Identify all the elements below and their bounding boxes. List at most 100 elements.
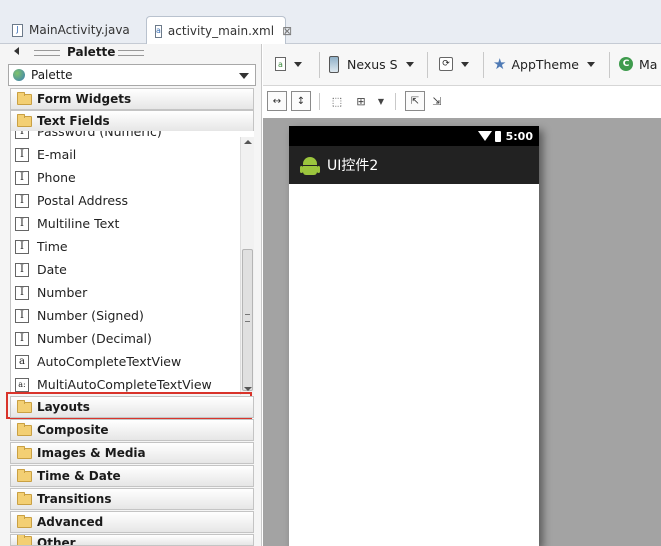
text-field-icon: I xyxy=(15,239,29,254)
scroll-down-icon[interactable] xyxy=(244,387,252,391)
scroll-thumb[interactable] xyxy=(242,249,253,391)
text-field-icon: I xyxy=(15,170,29,185)
scroll-up-icon[interactable] xyxy=(244,140,252,144)
text-field-icon: I xyxy=(15,216,29,231)
folder-icon xyxy=(17,422,32,436)
category-text-fields[interactable]: Text Fields xyxy=(10,110,254,132)
layout-editor: a Nexus S ⟳ ★ AppTheme C Ma ↔ ↕ ⬚ ⊞ ▼ ⇱ … xyxy=(263,44,661,546)
palette-select-value: Palette xyxy=(31,68,73,82)
chevron-down-icon xyxy=(587,61,595,67)
close-icon[interactable]: ⊠ xyxy=(282,24,292,38)
folder-icon xyxy=(17,445,32,459)
layout-action-icon[interactable]: ⇲ xyxy=(429,93,445,109)
app-title: UI控件2 xyxy=(327,158,379,174)
category-label: Images & Media xyxy=(37,446,146,460)
category-layouts[interactable]: Layouts xyxy=(10,396,254,418)
separator xyxy=(427,52,428,78)
tab-label: MainActivity.java xyxy=(29,23,130,37)
list-item[interactable]: I Number (Decimal) xyxy=(11,327,241,350)
category-label: Time & Date xyxy=(37,469,121,483)
palette-mode-select[interactable]: Palette xyxy=(8,64,256,86)
xml-file-icon: a xyxy=(155,24,162,38)
tab-main-activity[interactable]: J MainActivity.java xyxy=(4,16,144,44)
category-advanced[interactable]: Advanced xyxy=(10,511,254,533)
list-item[interactable]: I Password (Numeric) xyxy=(11,131,241,143)
list-item[interactable]: I Phone xyxy=(11,166,241,189)
theme-dropdown[interactable]: ★ AppTheme xyxy=(493,53,595,75)
text-field-icon: I xyxy=(15,193,29,208)
device-dropdown[interactable]: Nexus S xyxy=(329,53,414,75)
activity-name: Ma xyxy=(639,56,658,72)
category-label: Advanced xyxy=(37,515,104,529)
grip-icon xyxy=(118,50,144,56)
list-item[interactable]: a: MultiAutoCompleteTextView xyxy=(11,373,241,393)
item-label: Password (Numeric) xyxy=(37,131,162,139)
category-label: Text Fields xyxy=(37,114,110,128)
separator xyxy=(609,52,610,78)
item-label: Phone xyxy=(37,170,76,185)
device-name: Nexus S xyxy=(347,56,398,72)
palette-panel: Palette Palette Form Widgets Text Fields… xyxy=(0,44,262,546)
text-field-icon: I xyxy=(15,131,29,139)
action-bar: UI控件2 xyxy=(289,146,539,184)
chevron-down-icon xyxy=(405,61,414,67)
text-fields-list: I Password (Numeric) I E-mail I Phone I Post… xyxy=(10,131,254,393)
status-time: 5:00 xyxy=(505,129,533,143)
list-item-autocomplete[interactable]: a AutoCompleteTextView xyxy=(11,350,241,373)
layout-action-button[interactable]: ⇱ xyxy=(405,91,425,111)
tab-activity-main-xml[interactable]: a activity_main.xml ⊠ xyxy=(146,16,292,45)
configuration-toolbar: a Nexus S ⟳ ★ AppTheme C Ma xyxy=(263,44,661,86)
folder-open-icon xyxy=(17,113,32,127)
design-canvas[interactable]: 5:00 UI控件2 xyxy=(263,118,661,546)
palette-scrollbar[interactable] xyxy=(240,137,254,395)
item-label: Postal Address xyxy=(37,193,129,208)
multi-autocomplete-icon: a: xyxy=(15,377,29,392)
chevron-down-icon xyxy=(294,61,302,67)
item-label: E-mail xyxy=(37,147,77,162)
chevron-down-icon[interactable]: ▼ xyxy=(373,93,389,109)
category-form-widgets[interactable]: Form Widgets xyxy=(10,88,254,110)
toggle-fill-height-button[interactable]: ↕ xyxy=(291,91,311,111)
category-images-media[interactable]: Images & Media xyxy=(10,442,254,464)
folder-icon xyxy=(17,399,32,413)
layout-file-icon: a xyxy=(275,57,286,71)
category-transitions[interactable]: Transitions xyxy=(10,488,254,510)
status-bar: 5:00 xyxy=(289,126,539,146)
text-field-icon: I xyxy=(15,285,29,300)
list-item[interactable]: I E-mail xyxy=(11,143,241,166)
list-item[interactable]: I Postal Address xyxy=(11,189,241,212)
text-field-icon: I xyxy=(15,262,29,277)
list-item[interactable]: I Time xyxy=(11,235,241,258)
java-file-icon: J xyxy=(12,23,23,37)
list-item[interactable]: I Multiline Text xyxy=(11,212,241,235)
star-icon: ★ xyxy=(493,55,507,73)
item-label: Date xyxy=(37,262,67,277)
orientation-dropdown[interactable]: ⟳ xyxy=(439,53,469,75)
category-label: Layouts xyxy=(37,400,90,414)
activity-dropdown[interactable]: C Ma xyxy=(619,53,657,75)
zoom-fit-icon[interactable]: ⊞ xyxy=(353,93,369,109)
palette-title: Palette xyxy=(67,45,116,59)
category-label: Transitions xyxy=(37,492,112,506)
list-item[interactable]: I Date xyxy=(11,258,241,281)
device-preview: 5:00 UI控件2 xyxy=(289,126,539,546)
text-field-icon: I xyxy=(15,331,29,346)
tab-label: activity_main.xml xyxy=(167,24,275,38)
config-file-dropdown[interactable]: a xyxy=(275,53,302,75)
list-item[interactable]: I Number xyxy=(11,281,241,304)
layout-actions-toolbar: ↔ ↕ ⬚ ⊞ ▼ ⇱ ⇲ xyxy=(263,87,661,115)
toggle-fill-width-button[interactable]: ↔ xyxy=(267,91,287,111)
category-label: Form Widgets xyxy=(37,92,132,106)
emulate-size-icon[interactable]: ⬚ xyxy=(329,93,345,109)
item-label: Multiline Text xyxy=(37,216,120,231)
item-label: Time xyxy=(37,239,68,254)
category-label: Other xyxy=(37,536,76,546)
category-time-date[interactable]: Time & Date xyxy=(10,465,254,487)
wifi-icon xyxy=(477,131,492,141)
folder-icon xyxy=(17,535,32,545)
list-item[interactable]: I Number (Signed) xyxy=(11,304,241,327)
separator xyxy=(319,93,320,110)
collapse-left-icon[interactable] xyxy=(14,47,19,55)
category-composite[interactable]: Composite xyxy=(10,419,254,441)
category-other[interactable]: Other xyxy=(10,534,254,546)
